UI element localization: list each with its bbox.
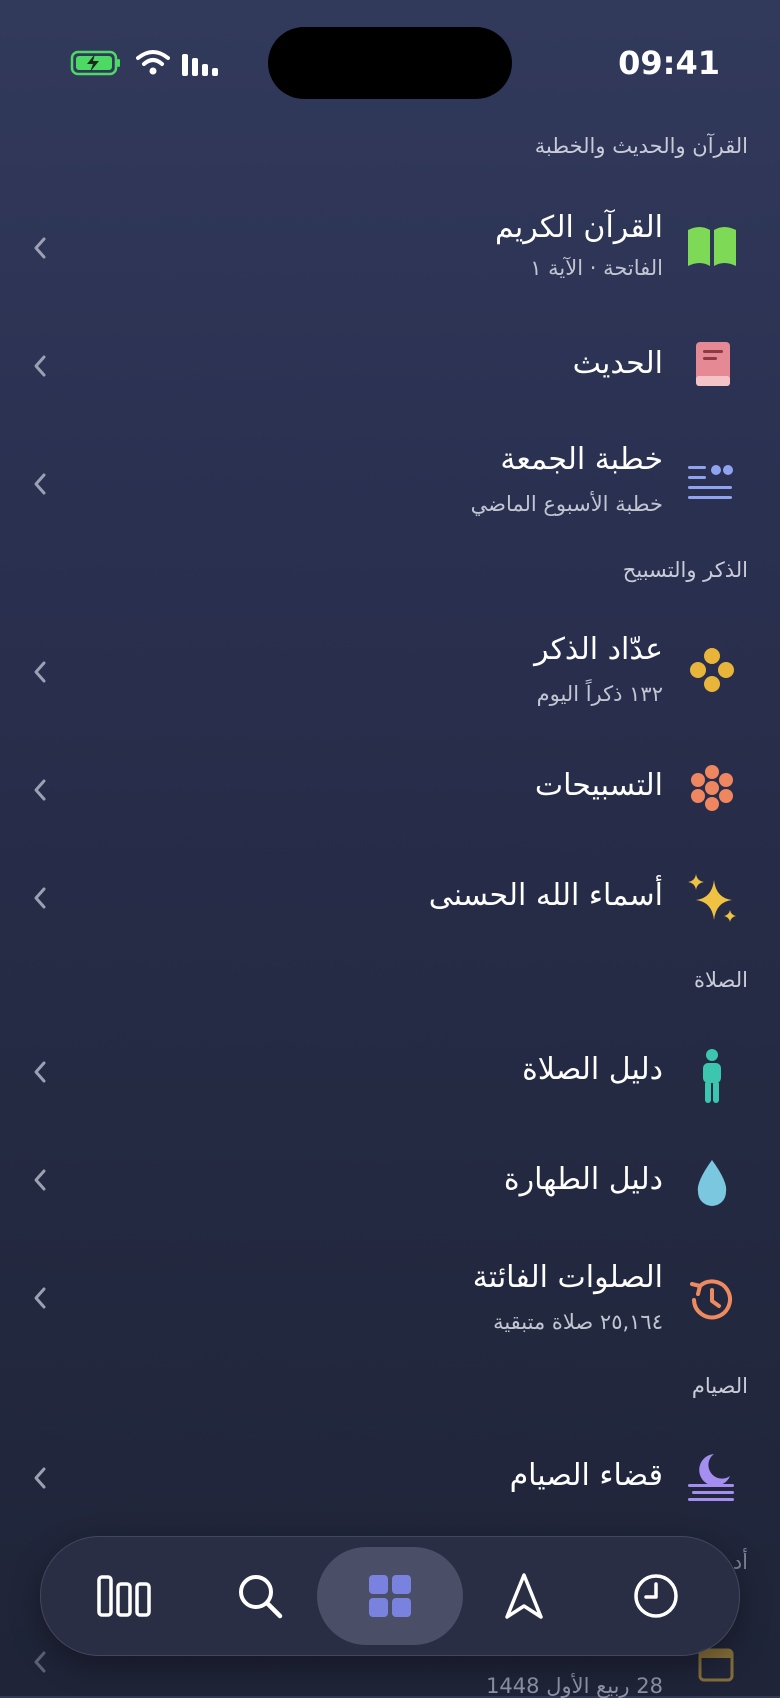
chevron-left-icon xyxy=(34,661,46,683)
chevron-left-icon xyxy=(34,237,46,259)
section-header-partial: أد xyxy=(732,1550,748,1574)
tab-search[interactable] xyxy=(187,1547,333,1645)
open-book-icon xyxy=(688,227,736,266)
menu-item-friday-khutbah[interactable]: خطبة الجمعة خطبة الأسبوع الماضي xyxy=(0,424,780,542)
wifi-icon xyxy=(136,50,170,75)
section-header-siyam: الصيام xyxy=(691,1374,748,1398)
grid-icon xyxy=(369,1575,411,1617)
menu-item-title: القرآن الكريم xyxy=(494,210,663,245)
sparkles-icon xyxy=(688,874,736,922)
person-standing-icon xyxy=(703,1049,721,1103)
book-icon xyxy=(696,342,730,386)
menu-item-subtitle: الفاتحة · الآية ١ xyxy=(530,256,663,280)
menu-item-asma-al-husna[interactable]: أسماء الله الحسنى xyxy=(0,850,780,950)
menu-item-hadith[interactable]: الحديث xyxy=(0,310,780,420)
chevron-left-icon xyxy=(34,1467,46,1489)
menu-item-qada-siyam[interactable]: قضاء الصيام xyxy=(0,1428,780,1528)
status-bar: 09:41 xyxy=(0,0,780,120)
history-clock-icon xyxy=(690,1279,732,1320)
beads-icon xyxy=(690,648,734,692)
quote-lines-icon xyxy=(688,465,733,499)
water-drop-icon xyxy=(697,1160,727,1206)
section-header-dhikr: الذكر والتسبيح xyxy=(622,558,748,582)
chevron-left-icon xyxy=(34,1061,46,1083)
section-header-quran-hadith: القرآن والحديث والخطبة xyxy=(534,134,748,158)
menu-item-quran[interactable]: القرآن الكريم الفاتحة · الآية ١ xyxy=(0,190,780,300)
menu-item-title: دليل الصلاة xyxy=(522,1052,663,1087)
chevron-left-icon xyxy=(34,1169,46,1191)
tab-prayer-times[interactable] xyxy=(583,1547,729,1645)
chevron-left-icon xyxy=(34,473,46,495)
partial-item-subtitle: 28 ربيع الأول 1448 xyxy=(486,1674,663,1698)
moon-fog-icon xyxy=(688,1454,734,1501)
menu-item-title: أسماء الله الحسنى xyxy=(428,878,663,913)
tab-grid[interactable] xyxy=(317,1547,463,1645)
menu-item-subtitle: ٢٥,١٦٤ صلاة متبقية xyxy=(493,1310,663,1334)
status-time: 09:41 xyxy=(618,44,720,82)
menu-item-title: عدّاد الذكر xyxy=(534,632,663,667)
menu-item-title: التسبيحات xyxy=(534,768,663,803)
navigation-arrow-icon xyxy=(505,1573,543,1619)
menu-item-dhikr-counter[interactable]: عدّاد الذكر ١٣٢ ذكراً اليوم xyxy=(0,612,780,730)
chevron-left-icon xyxy=(34,1287,46,1309)
menu-item-missed-prayers[interactable]: الصلوات الفائتة ٢٥,١٦٤ صلاة متبقية xyxy=(0,1240,780,1358)
search-icon xyxy=(239,1575,283,1619)
library-books-icon xyxy=(97,1575,151,1617)
clock-icon xyxy=(634,1574,678,1618)
section-header-salah: الصلاة xyxy=(694,968,748,992)
bottom-tab-bar xyxy=(40,1536,740,1656)
menu-item-title: خطبة الجمعة xyxy=(500,442,663,477)
tab-library[interactable] xyxy=(53,1547,199,1645)
chevron-left-icon xyxy=(34,355,46,377)
flower-beads-icon xyxy=(691,765,733,811)
menu-item-salah-guide[interactable]: دليل الصلاة xyxy=(0,1020,780,1120)
menu-item-title: الصلوات الفائتة xyxy=(472,1260,663,1295)
dynamic-island xyxy=(268,27,512,99)
menu-item-subtitle: ١٣٢ ذكراً اليوم xyxy=(536,682,663,706)
menu-item-title: قضاء الصيام xyxy=(509,1458,663,1493)
cellular-signal-icon xyxy=(182,54,218,76)
chevron-left-icon xyxy=(34,887,46,909)
menu-item-taharah-guide[interactable]: دليل الطهارة xyxy=(0,1130,780,1230)
menu-item-title: الحديث xyxy=(572,346,663,381)
tab-qibla[interactable] xyxy=(451,1547,597,1645)
chevron-left-icon xyxy=(34,779,46,801)
battery-charging-icon xyxy=(70,50,120,76)
chevron-left-icon xyxy=(34,1651,46,1673)
menu-item-title: دليل الطهارة xyxy=(503,1162,663,1197)
menu-item-subtitle: خطبة الأسبوع الماضي xyxy=(470,492,663,516)
menu-item-tasbihat[interactable]: التسبيحات xyxy=(0,740,780,840)
